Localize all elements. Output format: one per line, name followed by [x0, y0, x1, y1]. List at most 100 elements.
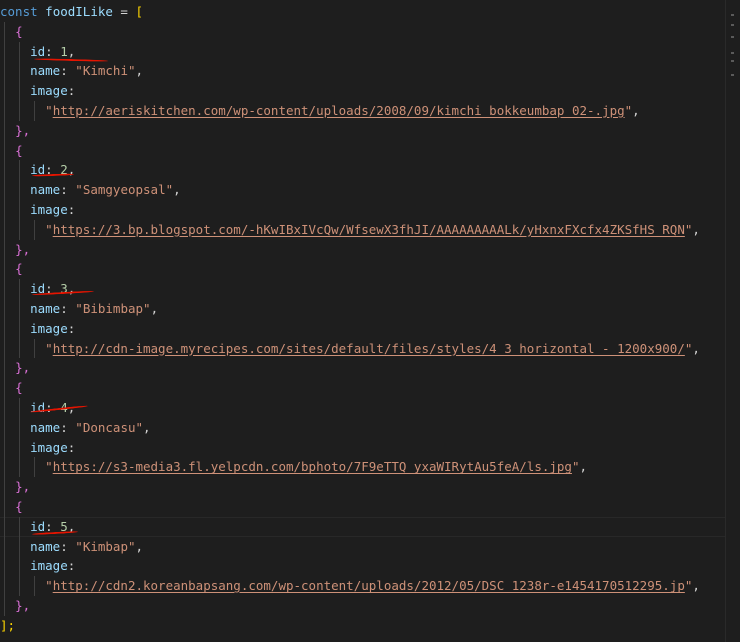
code-lines[interactable]: const foodILike = [ { id: 1, name: "Kimc…	[0, 2, 740, 636]
key-id: id	[30, 518, 46, 534]
code-line[interactable]: id: 3,	[0, 279, 725, 299]
colon: :	[67, 201, 76, 217]
string-quote: "	[127, 538, 136, 554]
code-line[interactable]: },	[0, 121, 725, 141]
indent-guide	[34, 101, 36, 121]
code-editor[interactable]: const foodILike = [ { id: 1, name: "Kimc…	[0, 0, 740, 642]
code-line[interactable]: },	[0, 240, 725, 260]
object-open-brace: {	[15, 380, 23, 396]
assign-operator: =	[112, 4, 136, 19]
code-line[interactable]: image:	[0, 200, 725, 220]
indent-guide	[34, 338, 36, 359]
object-close-brace: },	[15, 122, 31, 138]
string-quote: "	[571, 459, 580, 475]
indent-guide	[34, 576, 36, 596]
key-name: name	[30, 538, 61, 554]
image-url-link[interactable]: http://cdn-image.myrecipes.com/sites/def…	[53, 341, 685, 356]
image-url-link[interactable]: http://cdn2.koreanbapsang.com/wp-content…	[53, 578, 685, 593]
overview-ruler-mark	[731, 60, 734, 62]
code-line[interactable]: image:	[0, 556, 725, 576]
code-line[interactable]: {	[0, 22, 725, 42]
colon: :	[67, 558, 76, 574]
colon: :	[60, 538, 76, 554]
comma: ,	[173, 182, 181, 198]
code-line[interactable]: id: 4,	[0, 398, 725, 418]
comma: ,	[579, 459, 588, 475]
string-quote: "	[45, 221, 53, 237]
keyword-const: const	[0, 4, 38, 19]
code-line[interactable]: {	[0, 497, 725, 517]
string-quote: "	[165, 182, 174, 198]
code-line[interactable]: {	[0, 378, 725, 398]
comma: ,	[135, 63, 144, 79]
object-open-brace: {	[15, 261, 23, 277]
image-url-link[interactable]: http://aeriskitchen.com/wp-content/uploa…	[53, 103, 625, 118]
string-quote: "	[135, 419, 144, 435]
colon: :	[60, 63, 76, 79]
comma: ,	[632, 102, 640, 118]
overview-ruler-mark	[731, 74, 734, 76]
code-line[interactable]: name: "Doncasu",	[0, 418, 725, 438]
code-line[interactable]: "http://cdn2.koreanbapsang.com/wp-conten…	[0, 576, 725, 596]
indent-guide	[19, 279, 21, 359]
colon: :	[67, 320, 76, 336]
code-line[interactable]: "http://aeriskitchen.com/wp-content/uplo…	[0, 101, 725, 121]
id-value: 1	[60, 43, 68, 59]
code-line[interactable]: id: 1,	[0, 42, 725, 62]
code-line[interactable]: },	[0, 596, 725, 616]
name-value: Kimbap	[82, 538, 128, 554]
indent-guide	[19, 398, 21, 478]
code-line[interactable]: "https://s3-media3.fl.yelpcdn.com/bphoto…	[0, 457, 725, 477]
name-value: Samgyeopsal	[82, 182, 166, 198]
code-line[interactable]: name: "Kimchi",	[0, 61, 725, 81]
image-url-link[interactable]: https://3.bp.blogspot.com/-hKwIBxIVcQw/W…	[53, 222, 685, 237]
editor-scrollbar[interactable]	[725, 0, 740, 642]
key-image: image	[30, 320, 68, 336]
comma: ,	[143, 419, 151, 435]
indent-guide	[34, 457, 36, 478]
string-quote: "	[127, 63, 136, 79]
code-line[interactable]: image:	[0, 81, 725, 101]
string-quote: "	[143, 300, 151, 316]
code-line[interactable]: {	[0, 141, 725, 161]
code-line[interactable]: "https://3.bp.blogspot.com/-hKwIBxIVcQw/…	[0, 220, 725, 240]
code-line[interactable]: const foodILike = [	[0, 2, 725, 22]
code-line[interactable]: image:	[0, 319, 725, 339]
key-image: image	[30, 83, 68, 99]
code-line[interactable]: name: "Samgyeopsal",	[0, 180, 725, 200]
object-close-brace: },	[15, 597, 31, 613]
object-close-brace: },	[15, 479, 31, 495]
code-line[interactable]: name: "Bibimbap",	[0, 299, 725, 319]
comma: ,	[150, 300, 159, 316]
key-id: id	[30, 43, 46, 59]
code-line[interactable]: id: 2,	[0, 160, 725, 180]
string-quote: "	[75, 419, 83, 435]
string-quote: "	[75, 300, 83, 316]
array-close-bracket: ];	[0, 617, 16, 633]
colon: :	[45, 43, 61, 59]
indent-guide	[4, 21, 5, 616]
key-name: name	[30, 63, 61, 79]
code-line[interactable]: name: "Kimbap",	[0, 537, 725, 557]
code-line[interactable]: },	[0, 477, 725, 497]
code-line[interactable]: {	[0, 259, 725, 279]
code-line[interactable]: "http://cdn-image.myrecipes.com/sites/de…	[0, 339, 725, 359]
code-line[interactable]: id: 5,	[0, 516, 740, 537]
code-line[interactable]: ];	[0, 616, 725, 636]
overview-ruler-mark	[731, 52, 734, 54]
overview-ruler-mark	[731, 24, 734, 26]
string-quote: "	[75, 63, 83, 79]
key-image: image	[30, 201, 68, 217]
string-quote: "	[75, 182, 83, 198]
code-line[interactable]: image:	[0, 438, 725, 458]
array-open-bracket: [	[135, 4, 144, 19]
name-value: Bibimbap	[82, 300, 144, 316]
string-quote: "	[75, 538, 83, 554]
overview-ruler-mark	[731, 14, 734, 16]
code-line[interactable]: },	[0, 358, 725, 378]
colon: :	[67, 83, 76, 99]
comma: ,	[67, 162, 76, 178]
object-open-brace: {	[15, 498, 23, 514]
image-url-link[interactable]: https://s3-media3.fl.yelpcdn.com/bphoto/…	[53, 459, 572, 474]
string-quote: "	[45, 459, 53, 475]
